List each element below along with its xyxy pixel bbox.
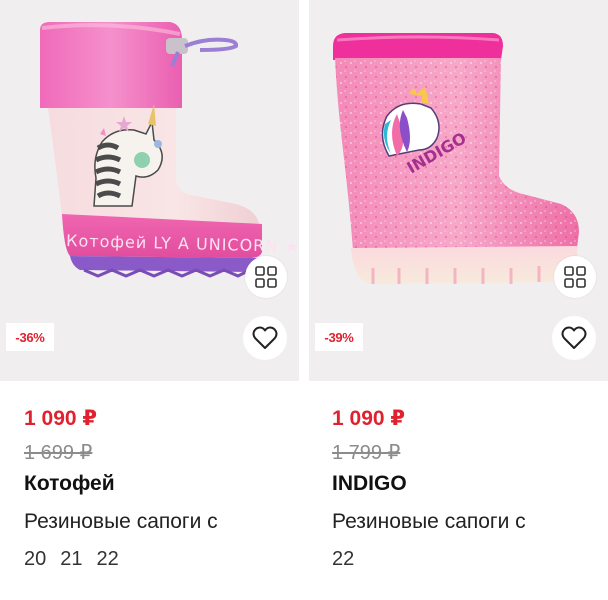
product-image[interactable]: Котофей LY A UNICORN ★ SECRE xyxy=(0,0,299,381)
brand-name[interactable]: Котофей xyxy=(24,472,115,496)
ar-view-button[interactable] xyxy=(245,256,287,298)
price: 1 090 ₽ xyxy=(24,407,97,430)
size-option[interactable]: 21 xyxy=(60,548,82,571)
heart-icon xyxy=(252,326,278,349)
brand-name[interactable]: INDIGO xyxy=(332,472,407,496)
product-card[interactable]: Котофей LY A UNICORN ★ SECRE xyxy=(0,0,299,600)
favorite-button[interactable] xyxy=(552,316,596,360)
product-card[interactable]: INDIGO -39% 1 090 ₽ 1 799 ₽ INDIGO Резин… xyxy=(309,0,608,600)
ar-view-icon xyxy=(564,266,586,288)
favorite-button[interactable] xyxy=(243,316,287,360)
size-list: 20 21 22 xyxy=(24,548,119,571)
size-list: 22 xyxy=(332,548,354,571)
ar-view-icon xyxy=(255,266,277,288)
size-option[interactable]: 20 xyxy=(24,548,46,571)
ar-view-button[interactable] xyxy=(554,256,596,298)
price: 1 090 ₽ xyxy=(332,407,405,430)
size-option[interactable]: 22 xyxy=(97,548,119,571)
discount-badge: -36% xyxy=(6,323,54,351)
product-title[interactable]: Резиновые сапоги с xyxy=(24,510,286,534)
product-title[interactable]: Резиновые сапоги с xyxy=(332,510,594,534)
old-price: 1 699 ₽ xyxy=(24,442,93,464)
product-grid: Котофей LY A UNICORN ★ SECRE xyxy=(0,0,608,600)
product-image[interactable]: INDIGO -39% xyxy=(309,0,608,381)
size-option[interactable]: 22 xyxy=(332,548,354,571)
heart-icon xyxy=(561,326,587,349)
old-price: 1 799 ₽ xyxy=(332,442,401,464)
discount-badge: -39% xyxy=(315,323,363,351)
